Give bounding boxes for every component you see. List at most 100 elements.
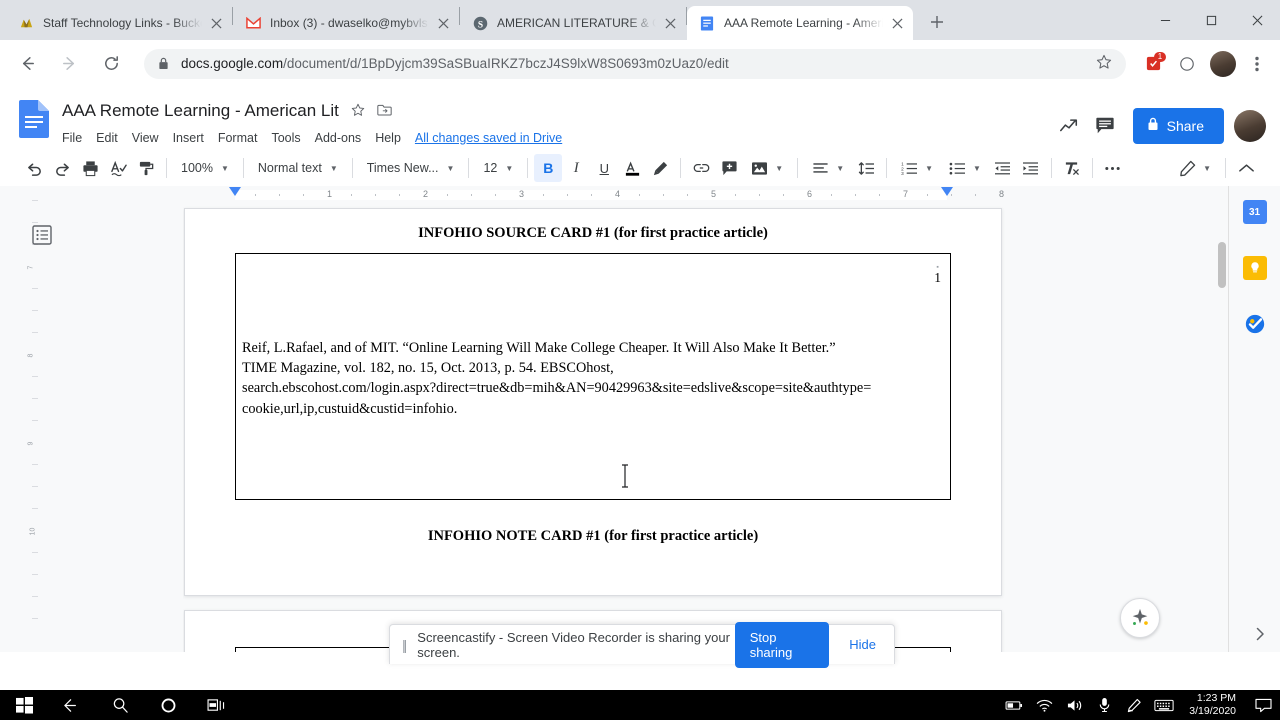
close-icon[interactable]: [433, 13, 453, 33]
menu-format[interactable]: Format: [218, 131, 258, 145]
back-icon[interactable]: [10, 47, 44, 81]
page-title[interactable]: AAA Remote Learning - American Lit: [62, 101, 339, 121]
vertical-scrollbar[interactable]: [1218, 208, 1226, 648]
browser-tab-1[interactable]: Inbox (3) - dwaselko@mybvls.: [233, 6, 459, 40]
chrome-menu-icon[interactable]: [1244, 56, 1270, 72]
share-button[interactable]: Share: [1132, 107, 1224, 144]
chevron-right-icon[interactable]: [1248, 622, 1272, 646]
forward-icon[interactable]: [52, 47, 86, 81]
spellcheck-icon[interactable]: [104, 154, 132, 182]
hide-menus-icon[interactable]: [1232, 154, 1260, 182]
source-card-box[interactable]: ▪ 1 Reif, L.Rafael, and of MIT. “Online …: [235, 253, 951, 500]
font-dropdown[interactable]: Times New... ▼: [359, 154, 463, 182]
stop-sharing-button[interactable]: Stop sharing: [734, 621, 830, 668]
print-icon[interactable]: [76, 154, 104, 182]
star-icon[interactable]: [351, 103, 365, 120]
add-comment-icon[interactable]: [715, 154, 743, 182]
move-to-folder-icon[interactable]: [377, 103, 392, 120]
more-options-icon[interactable]: [1099, 154, 1127, 182]
comment-history-icon[interactable]: [1087, 108, 1123, 144]
document-page-1[interactable]: INFOHIO SOURCE CARD #1 (for first practi…: [184, 208, 1002, 596]
insert-image-dropdown[interactable]: ▼: [743, 154, 791, 182]
back-arrow-icon[interactable]: [48, 690, 96, 720]
minimize-button[interactable]: [1142, 4, 1188, 36]
reload-icon[interactable]: [94, 47, 128, 81]
bulleted-list-dropdown[interactable]: ▼: [941, 154, 989, 182]
sharing-message: Screencastify - Screen Video Recorder is…: [417, 629, 730, 660]
windows-start-icon[interactable]: [0, 690, 48, 720]
cortana-icon[interactable]: [144, 690, 192, 720]
close-icon[interactable]: [887, 13, 907, 33]
keyboard-icon[interactable]: [1149, 690, 1179, 720]
numbered-list-dropdown[interactable]: 123 ▼: [893, 154, 941, 182]
citation-text[interactable]: Reif, L.Rafael, and of MIT. “Online Lear…: [242, 338, 930, 419]
align-dropdown[interactable]: ▼: [804, 154, 852, 182]
close-icon[interactable]: [660, 13, 680, 33]
underline-icon[interactable]: U: [590, 154, 618, 182]
microphone-icon[interactable]: [1089, 690, 1119, 720]
menu-tools[interactable]: Tools: [271, 131, 300, 145]
wifi-icon[interactable]: [1029, 690, 1059, 720]
extension-icon-2[interactable]: [1172, 49, 1202, 79]
browser-tab-0[interactable]: Staff Technology Links - Bucke: [6, 6, 232, 40]
toolbar-divider: [468, 158, 470, 178]
browser-tab-3[interactable]: AAA Remote Learning - Ameri: [687, 6, 913, 40]
close-icon[interactable]: [206, 13, 226, 33]
extension-icon[interactable]: 1: [1138, 49, 1168, 79]
volume-icon[interactable]: [1059, 690, 1089, 720]
editing-mode-dropdown[interactable]: ▼: [1171, 154, 1219, 182]
close-window-button[interactable]: [1234, 4, 1280, 36]
bold-icon[interactable]: B: [534, 154, 563, 182]
avatar[interactable]: [1210, 50, 1236, 77]
menu-edit[interactable]: Edit: [96, 131, 118, 145]
address-bar[interactable]: docs.google.com/document/d/1BpDyjcm39SaS…: [144, 48, 1126, 79]
battery-icon[interactable]: [999, 690, 1029, 720]
document-outline-button[interactable]: [30, 223, 54, 247]
text-color-icon[interactable]: [618, 154, 646, 182]
bookmark-star-icon[interactable]: [1096, 54, 1112, 74]
menu-help[interactable]: Help: [375, 131, 401, 145]
redo-icon[interactable]: [48, 154, 76, 182]
undo-icon[interactable]: [20, 154, 48, 182]
google-tasks-icon[interactable]: [1243, 312, 1267, 336]
menu-file[interactable]: File: [62, 131, 82, 145]
insert-image-icon: [745, 154, 773, 182]
drag-handle-icon[interactable]: ||: [402, 637, 407, 653]
paragraph-style-dropdown[interactable]: Normal text ▼: [250, 154, 346, 182]
scrollbar-thumb[interactable]: [1218, 242, 1226, 288]
insert-link-icon[interactable]: [687, 154, 715, 182]
vruler-num-7: 7: [27, 265, 35, 270]
action-center-icon[interactable]: [1246, 690, 1280, 720]
font-size-dropdown[interactable]: 12 ▼: [475, 154, 521, 182]
left-indent-marker[interactable]: [229, 187, 241, 196]
avatar[interactable]: [1234, 109, 1266, 142]
highlight-color-icon[interactable]: [646, 154, 674, 182]
menu-insert[interactable]: Insert: [173, 131, 204, 145]
menu-addons[interactable]: Add-ons: [315, 131, 362, 145]
task-view-icon[interactable]: [192, 690, 240, 720]
activity-dashboard-icon[interactable]: [1051, 108, 1087, 144]
zoom-dropdown[interactable]: 100% ▼: [173, 154, 237, 182]
decrease-indent-icon[interactable]: [989, 154, 1017, 182]
line-spacing-icon[interactable]: [852, 154, 880, 182]
google-docs-logo-icon[interactable]: [14, 99, 54, 139]
explore-button[interactable]: [1120, 598, 1160, 638]
taskbar-clock[interactable]: 1:23 PM 3/19/2020: [1179, 690, 1246, 720]
save-status[interactable]: All changes saved in Drive: [415, 131, 562, 145]
browser-tab-2[interactable]: S AMERICAN LITERATURE & CO: [460, 6, 686, 40]
ruler-track[interactable]: 1 2 3 4 5 6 7 8: [184, 186, 1004, 204]
increase-indent-icon[interactable]: [1017, 154, 1045, 182]
maximize-button[interactable]: [1188, 4, 1234, 36]
google-calendar-icon[interactable]: 31: [1242, 200, 1267, 224]
paint-format-icon[interactable]: [132, 154, 160, 182]
italic-icon[interactable]: I: [562, 154, 590, 182]
right-indent-marker[interactable]: [941, 187, 953, 196]
system-tray: 1:23 PM 3/19/2020: [999, 690, 1280, 720]
search-icon[interactable]: [96, 690, 144, 720]
google-keep-icon[interactable]: [1242, 256, 1267, 280]
menu-view[interactable]: View: [132, 131, 159, 145]
hide-sharing-button[interactable]: Hide: [843, 637, 882, 652]
clear-formatting-icon[interactable]: [1058, 154, 1086, 182]
new-tab-button[interactable]: [923, 8, 951, 36]
pen-icon[interactable]: [1119, 690, 1149, 720]
